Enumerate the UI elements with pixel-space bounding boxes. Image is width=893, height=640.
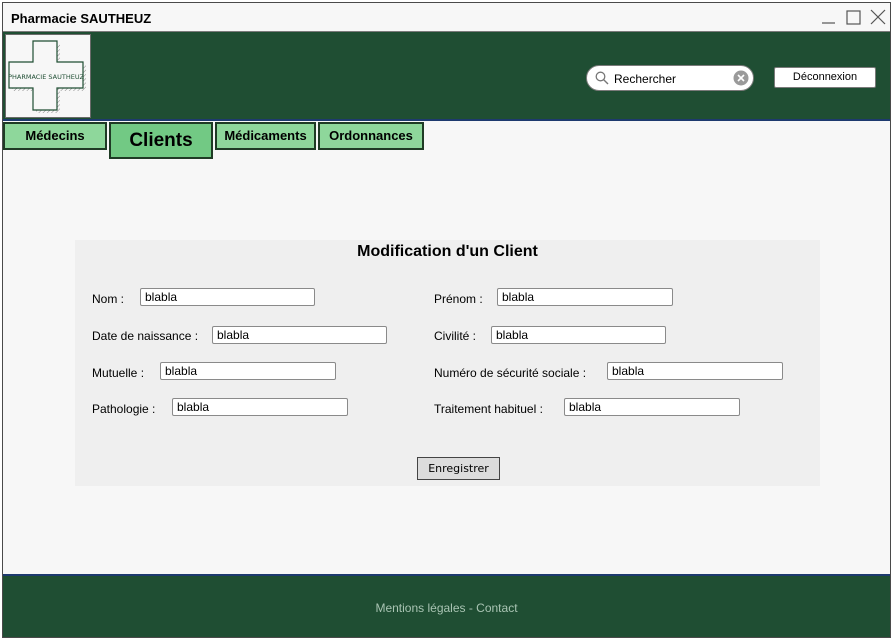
pharmacy-cross-icon: PHARMACIE SAUTHEUZ — [8, 40, 86, 113]
date-naissance-label: Date de naissance : — [92, 329, 199, 343]
close-icon[interactable] — [868, 7, 888, 27]
minimize-icon[interactable] — [819, 7, 839, 27]
date-naissance-field[interactable]: blabla — [212, 326, 387, 344]
search-icon — [595, 71, 609, 85]
civilite-field[interactable]: blabla — [491, 326, 666, 344]
app-header: PHARMACIE SAUTHEUZ Rechercher Déconnexio… — [3, 32, 890, 121]
prenom-field[interactable]: blabla — [497, 288, 673, 306]
traitement-label: Traitement habituel : — [434, 402, 543, 416]
prenom-label: Prénom : — [434, 292, 483, 306]
pathologie-label: Pathologie : — [92, 402, 156, 416]
tab-medecins[interactable]: Médecins — [3, 122, 107, 150]
save-button[interactable]: Enregistrer — [417, 457, 500, 480]
tab-ordonnances[interactable]: Ordonnances — [318, 122, 424, 150]
app-window: Pharmacie SAUTHEUZ PHARMACIE SAUTHEUZ Re… — [2, 2, 891, 638]
title-bar: Pharmacie SAUTHEUZ — [3, 3, 890, 32]
window-title: Pharmacie SAUTHEUZ — [11, 11, 152, 26]
pathologie-field[interactable]: blabla — [172, 398, 348, 416]
pharmacy-logo[interactable]: PHARMACIE SAUTHEUZ — [5, 34, 91, 118]
maximize-icon[interactable] — [844, 7, 864, 27]
client-edit-form: Modification d'un Client Nom : blabla Pr… — [75, 240, 820, 486]
logo-text: PHARMACIE SAUTHEUZ — [8, 73, 84, 81]
footer-links[interactable]: Mentions légales - Contact — [3, 601, 890, 615]
app-footer: Mentions légales - Contact — [3, 574, 890, 637]
clear-search-icon[interactable] — [733, 70, 749, 86]
search-input[interactable]: Rechercher — [614, 72, 676, 86]
mutuelle-label: Mutuelle : — [92, 366, 145, 380]
form-title: Modification d'un Client — [357, 243, 538, 260]
mutuelle-field[interactable]: blabla — [160, 362, 336, 380]
search-box[interactable]: Rechercher — [586, 65, 754, 91]
civilite-label: Civilité : — [434, 329, 477, 343]
num-secu-label: Numéro de sécurité sociale : — [434, 366, 587, 380]
nom-field[interactable]: blabla — [140, 288, 315, 306]
tab-medicaments[interactable]: Médicaments — [215, 122, 316, 150]
logout-button[interactable]: Déconnexion — [774, 67, 876, 88]
tab-clients[interactable]: Clients — [109, 122, 213, 159]
num-secu-field[interactable]: blabla — [607, 362, 783, 380]
nom-label: Nom : — [92, 292, 125, 306]
traitement-field[interactable]: blabla — [564, 398, 740, 416]
